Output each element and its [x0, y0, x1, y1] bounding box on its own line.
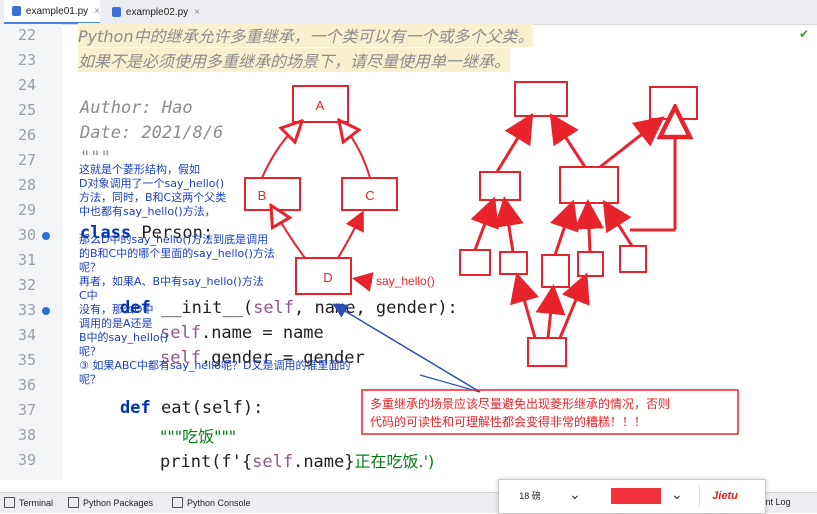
inherit-arrow: [574, 199, 605, 253]
inherit-arrow: [550, 199, 579, 256]
hierarchy-box: [499, 251, 528, 275]
hierarchy-box: [514, 81, 568, 117]
inherit-arrow: [345, 128, 371, 179]
hierarchy-box: [559, 166, 619, 204]
inherit-arrow: [535, 284, 566, 339]
hierarchy-box: [649, 86, 698, 120]
class-label-d: D: [323, 270, 332, 285]
color-swatch[interactable]: [611, 488, 661, 504]
hierarchy-box: [479, 171, 521, 201]
console-icon: [172, 497, 183, 508]
inherit-arrow: [549, 112, 587, 168]
packages-label: Python Packages: [83, 497, 154, 508]
inherit-arrow: [337, 210, 364, 259]
annotation-toolbar: 18 磅 ⌄ ⌄ Jietu: [498, 479, 766, 514]
inherit-arrow: [510, 272, 539, 339]
console-label: Python Console: [187, 497, 251, 508]
class-label-b: B: [258, 188, 267, 203]
inherit-arrow: [495, 112, 534, 173]
terminal-tab[interactable]: Terminal: [4, 497, 53, 508]
inherit-arrow: [261, 128, 295, 179]
inherit-arrow: [599, 116, 665, 169]
hierarchy-box: [541, 254, 570, 288]
class-label-a: A: [316, 98, 325, 113]
say-hello-label: say_hello(): [376, 274, 435, 288]
python-console-tab[interactable]: Python Console: [172, 497, 251, 508]
inherit-arrow: [470, 196, 499, 251]
annotation-diagram: A B C D say_hello() 多重继承的场景应该尽量避免出现菱形继承的…: [244, 81, 739, 435]
inherit-arrow: [276, 214, 306, 259]
call-arrow: [352, 272, 374, 292]
warning-text: 代码的可读性和可理解性都会变得非常的糟糕！！！: [370, 414, 646, 429]
jietu-logo: Jietu: [699, 485, 750, 507]
python-packages-tab[interactable]: Python Packages: [68, 497, 153, 508]
inherit-arrow: [493, 196, 524, 253]
terminal-label: Terminal: [19, 497, 54, 508]
class-box-b: [244, 177, 301, 211]
hierarchy-box: [577, 251, 604, 277]
chevron-down-icon[interactable]: ⌄: [671, 486, 683, 503]
hierarchy-box: [619, 245, 647, 273]
terminal-icon: [4, 497, 15, 508]
chevron-down-icon[interactable]: ⌄: [569, 486, 581, 503]
packages-icon: [68, 497, 79, 508]
warning-text: 多重继承的场景应该尽量避免出现菱形继承的情况，否则: [370, 396, 670, 411]
pointer-line: [332, 303, 481, 393]
font-size-select[interactable]: 18 磅: [511, 489, 549, 503]
inherit-arrow: [602, 199, 634, 247]
hierarchy-box: [459, 249, 491, 276]
class-label-c: C: [365, 188, 374, 203]
hierarchy-box: [527, 337, 567, 367]
